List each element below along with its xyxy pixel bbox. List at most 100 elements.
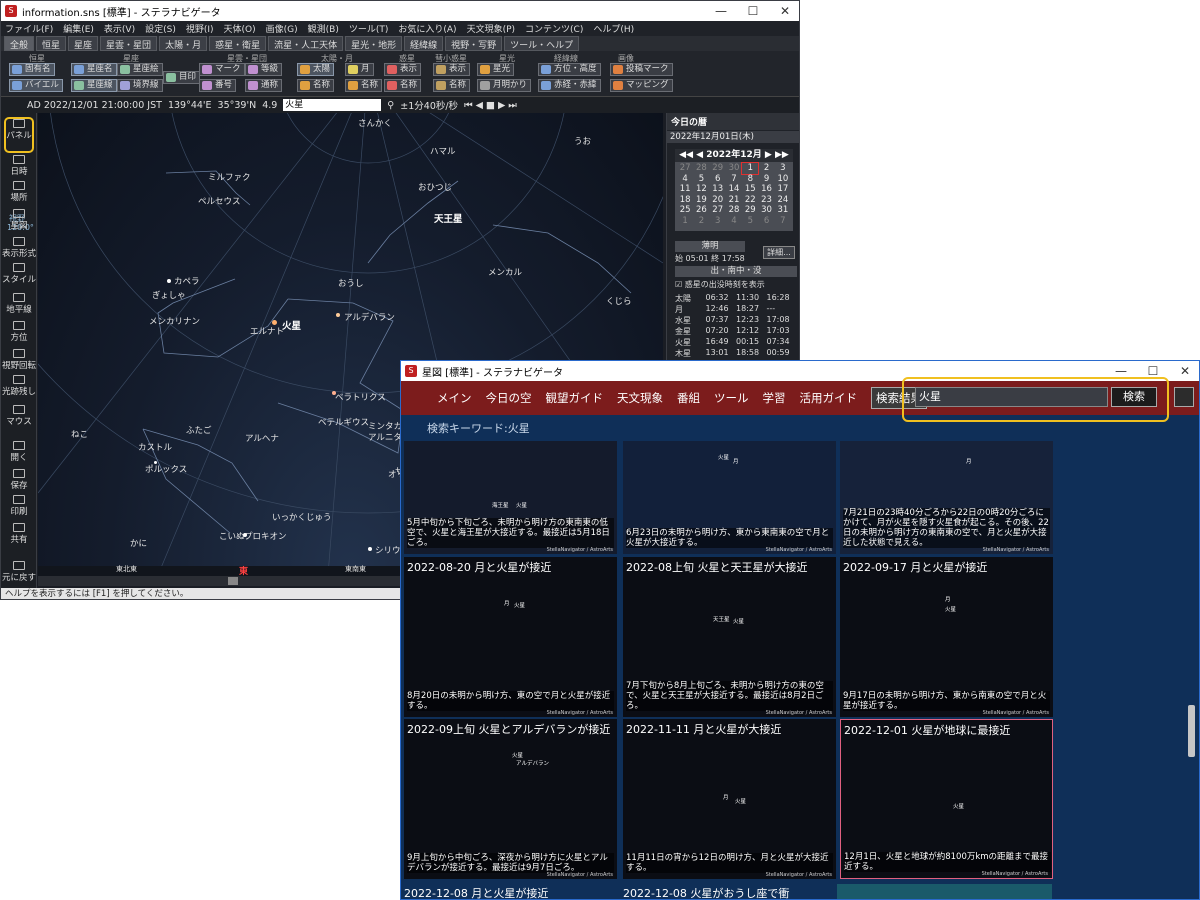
calendar-day[interactable]: 1 bbox=[741, 162, 760, 175]
sky-label[interactable]: ミルファク bbox=[208, 171, 251, 183]
ribbon-button[interactable]: 月 bbox=[345, 63, 374, 76]
menu-item[interactable]: 天体(O) bbox=[224, 22, 256, 35]
sky-label[interactable]: こいぬ bbox=[219, 530, 245, 542]
result-card[interactable]: 2022-11-11 月と火星が大接近月火星 11月11日の宵から12日の明け方、… bbox=[623, 719, 836, 879]
left-tool-12[interactable]: 保存 bbox=[1, 469, 37, 491]
sky-label[interactable]: かに bbox=[130, 537, 147, 549]
maximize-button[interactable]: ☐ bbox=[737, 4, 769, 18]
calendar-day[interactable]: 7 bbox=[775, 216, 791, 227]
calendar-day[interactable]: 22 bbox=[742, 195, 758, 206]
left-tool-5[interactable]: スタイル bbox=[1, 263, 37, 285]
sky-label[interactable]: うお bbox=[574, 135, 591, 147]
ribbon-button[interactable]: 星光 bbox=[477, 63, 515, 76]
nav-item[interactable]: 天文現象 bbox=[617, 390, 663, 406]
ribbon-button[interactable]: 番号 bbox=[199, 79, 237, 92]
prev-month-button[interactable]: ◀ bbox=[696, 150, 703, 160]
ribbon-tab[interactable]: 星座 bbox=[68, 36, 99, 51]
menu-item[interactable]: 天文現象(P) bbox=[467, 22, 515, 35]
ribbon-tab[interactable]: 全般 bbox=[4, 36, 35, 51]
result-title[interactable]: 2022-12-08 火星がおうし座で衝 bbox=[623, 885, 789, 899]
sky-label[interactable]: ポルックス bbox=[145, 463, 187, 475]
calendar-day[interactable]: 27 bbox=[677, 163, 693, 174]
calendar-day[interactable]: 4 bbox=[726, 216, 742, 227]
latitude[interactable]: 35°39'N bbox=[218, 100, 257, 111]
calendar-day[interactable]: 23 bbox=[758, 195, 774, 206]
result-card[interactable]: 2022-09-17 月と火星が接近月火星 9月17日の未明から明け方、東から南東… bbox=[840, 557, 1053, 717]
ribbon-button[interactable]: マーク bbox=[199, 63, 245, 76]
calendar-day[interactable]: 27 bbox=[710, 205, 726, 216]
sky-label[interactable]: アルデバラン bbox=[344, 311, 395, 323]
calendar-day[interactable]: 30 bbox=[758, 205, 774, 216]
left-tool-14[interactable]: 共有 bbox=[1, 523, 37, 545]
next-year-button[interactable]: ▶▶ bbox=[775, 150, 789, 160]
sky-label[interactable]: おひつじ bbox=[418, 181, 452, 193]
menu-item[interactable]: 視野(I) bbox=[186, 22, 214, 35]
ribbon-tab[interactable]: 経緯線 bbox=[404, 36, 444, 51]
aldebaran-star[interactable] bbox=[336, 313, 340, 317]
calendar-day[interactable]: 8 bbox=[742, 174, 758, 185]
calendar-day[interactable]: 10 bbox=[775, 174, 791, 185]
limit-magnitude[interactable]: 4.9 bbox=[262, 100, 277, 111]
menu-item[interactable]: 設定(S) bbox=[145, 22, 176, 35]
ribbon-button[interactable]: 方位・高度 bbox=[538, 63, 601, 76]
result-card[interactable]: 月 7月21日の23時40分ごろから22日の0時20分ごろにかけて、月が火星を隠す… bbox=[840, 441, 1053, 554]
menu-item[interactable]: ツール(T) bbox=[349, 22, 389, 35]
calendar-day[interactable]: 17 bbox=[775, 184, 791, 195]
calendar-day[interactable]: 19 bbox=[693, 195, 709, 206]
menu-item[interactable]: 編集(E) bbox=[63, 22, 94, 35]
ribbon-button[interactable]: マッピング bbox=[610, 79, 673, 92]
maximize-button[interactable]: ☐ bbox=[1137, 364, 1169, 378]
ribbon-button[interactable]: 月明かり bbox=[477, 79, 532, 92]
left-tool-4[interactable]: 表示形式 bbox=[1, 237, 37, 259]
sky-label[interactable]: さんかく bbox=[358, 117, 392, 129]
sky-label[interactable]: カペラ bbox=[174, 275, 200, 287]
left-tool-6[interactable]: 地平線 bbox=[1, 293, 37, 315]
ribbon-tab[interactable]: 星光・地形 bbox=[345, 36, 403, 51]
result-card-placeholder[interactable] bbox=[837, 884, 1052, 899]
calendar-day[interactable]: 28 bbox=[726, 205, 742, 216]
calendar-day[interactable]: 3 bbox=[710, 216, 726, 227]
calendar-day[interactable]: 9 bbox=[758, 174, 774, 185]
left-tool-15[interactable]: 元に戻す bbox=[1, 561, 37, 583]
sky-label[interactable]: 火星 bbox=[282, 318, 301, 332]
result-card[interactable]: 火星月 6月23日の未明から明け方、東から東南東の空で月と火星が大接近する。 Ste… bbox=[623, 441, 836, 554]
ribbon-button[interactable]: 名称 bbox=[433, 79, 471, 92]
minimize-button[interactable]: — bbox=[1105, 364, 1137, 378]
ribbon-button[interactable]: 投稿マーク bbox=[610, 63, 673, 76]
calendar-day[interactable]: 21 bbox=[726, 195, 742, 206]
left-tool-13[interactable]: 印刷 bbox=[1, 495, 37, 517]
nav-item[interactable]: 観望ガイド bbox=[546, 390, 604, 406]
ribbon-tab[interactable]: 惑星・衛星 bbox=[209, 36, 267, 51]
close-button[interactable]: ✕ bbox=[769, 4, 799, 18]
speed-select[interactable]: ±1分40秒/秒 bbox=[400, 98, 458, 112]
vertical-scrollbar[interactable] bbox=[1188, 705, 1195, 757]
search-button[interactable]: 検索 bbox=[1111, 387, 1157, 407]
ribbon-button[interactable]: 目印 bbox=[163, 71, 201, 84]
left-tool-3[interactable]: 星図 bbox=[1, 209, 37, 231]
close-button[interactable]: ✕ bbox=[1169, 364, 1199, 378]
sky-label[interactable]: ねこ bbox=[71, 428, 88, 440]
prev-year-button[interactable]: ◀◀ bbox=[679, 150, 693, 160]
ribbon-tab[interactable]: 流星・人工天体 bbox=[268, 36, 344, 51]
calendar-day[interactable]: 29 bbox=[742, 205, 758, 216]
minimize-button[interactable]: — bbox=[705, 4, 737, 18]
ribbon-button[interactable]: 名称 bbox=[384, 79, 422, 92]
calendar-day[interactable]: 5 bbox=[742, 216, 758, 227]
calendar-day[interactable]: 31 bbox=[775, 205, 791, 216]
sky-label[interactable]: ハマル bbox=[430, 145, 456, 157]
calendar-day[interactable]: 3 bbox=[775, 163, 791, 174]
ribbon-button[interactable]: 表示 bbox=[433, 63, 471, 76]
ribbon-tab[interactable]: 星雲・星団 bbox=[100, 36, 158, 51]
calendar-day[interactable]: 12 bbox=[693, 184, 709, 195]
result-card[interactable]: 海王星 火星 5月中旬から下旬ごろ、未明から明け方の東南東の低空で、火星と海王星が大… bbox=[404, 441, 617, 554]
calendar-day[interactable]: 6 bbox=[710, 174, 726, 185]
sky-label[interactable]: ベラトリクス bbox=[335, 391, 386, 403]
ribbon-button[interactable]: 星座絵 bbox=[117, 63, 163, 76]
calendar-day[interactable]: 1 bbox=[677, 216, 693, 227]
result-card[interactable]: 2022-08-20 月と火星が接近月火星 8月20日の未明から明け方、東の空で月… bbox=[404, 557, 617, 717]
ribbon-button[interactable]: バイエル bbox=[9, 79, 63, 92]
calendar-day[interactable]: 5 bbox=[693, 174, 709, 185]
result-title[interactable]: 2022-12-08 月と火星が接近 bbox=[404, 885, 548, 899]
calendar-day[interactable]: 18 bbox=[677, 195, 693, 206]
sky-label[interactable]: ベテルギウス bbox=[318, 416, 369, 428]
